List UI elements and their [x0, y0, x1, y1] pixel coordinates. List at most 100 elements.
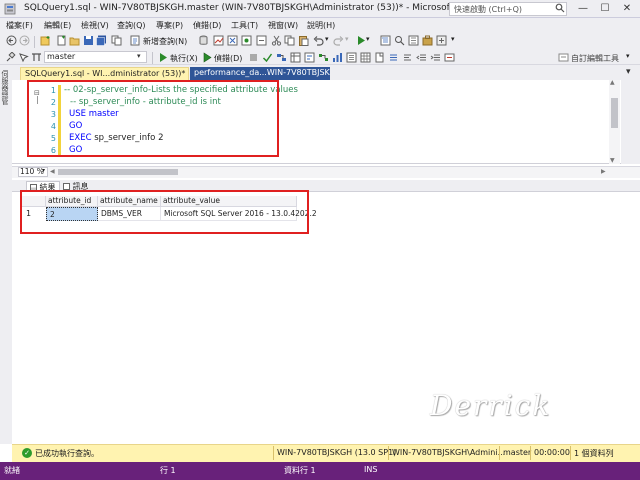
status-login: WIN-7V80TBJSKGH\Admini...: [392, 448, 506, 457]
increase-indent-icon[interactable]: [430, 52, 441, 63]
xmla-query-icon[interactable]: [256, 35, 267, 46]
mdx-query-icon[interactable]: [227, 35, 238, 46]
close-button[interactable]: ✕: [616, 0, 638, 18]
parse-icon[interactable]: [262, 52, 273, 63]
scroll-right-icon[interactable]: ▶: [601, 168, 606, 175]
status-bar: [0, 462, 640, 480]
menu-query[interactable]: 查詢(Q): [117, 20, 146, 31]
ssms-app-icon: [4, 3, 16, 15]
new-project-icon[interactable]: [40, 35, 51, 46]
execute-icon[interactable]: [158, 52, 169, 63]
decrease-indent-icon[interactable]: [416, 52, 427, 63]
quick-launch-input[interactable]: 快速啟動 (Ctrl+Q): [449, 2, 567, 16]
execute-button[interactable]: 執行(X): [170, 53, 198, 64]
connect-icon[interactable]: [5, 52, 16, 63]
success-check-icon: ✓: [22, 448, 32, 458]
search-icon[interactable]: [555, 3, 565, 13]
solution-explorer-icon[interactable]: [380, 35, 391, 46]
cut-icon[interactable]: [271, 35, 282, 46]
editor-scroll-thumb[interactable]: [611, 98, 618, 128]
menu-project[interactable]: 專案(P): [156, 20, 183, 31]
menu-edit[interactable]: 編輯(E): [44, 20, 71, 31]
status-ready: 就緒: [4, 466, 20, 475]
minimize-button[interactable]: —: [572, 0, 594, 18]
redo-icon[interactable]: [333, 35, 344, 46]
paste-icon[interactable]: [298, 35, 309, 46]
toolbar-options-dropdown[interactable]: ▾: [451, 35, 455, 43]
new-file-icon[interactable]: [56, 35, 67, 46]
toolbar-separator: [152, 52, 153, 64]
menu-debug[interactable]: 偵錯(D): [193, 20, 221, 31]
custom-tools-label[interactable]: 自訂編輯工具: [571, 53, 619, 64]
editor-horizontal-scroll-thumb[interactable]: [58, 169, 178, 175]
menu-window[interactable]: 視窗(W): [268, 20, 298, 31]
menu-help[interactable]: 說明(H): [307, 20, 335, 31]
save-icon[interactable]: [83, 35, 94, 46]
messages-icon: [63, 183, 70, 190]
tab-list-dropdown-icon[interactable]: ▾: [626, 67, 631, 77]
comment-out-icon[interactable]: [388, 52, 399, 63]
forward-icon[interactable]: [19, 35, 30, 46]
intellisense-icon[interactable]: [304, 52, 315, 63]
scroll-left-icon[interactable]: ◀: [50, 168, 55, 175]
options-icon[interactable]: [436, 35, 447, 46]
tab-performance-dashboard[interactable]: performance_da...WIN-7V80TBJSKGH: [190, 67, 330, 80]
open-folder-icon[interactable]: [69, 35, 80, 46]
copy-doc-icon[interactable]: [284, 35, 295, 46]
undo-dropdown-arrow[interactable]: ▾: [325, 35, 329, 43]
status-server: WIN-7V80TBJSKGH (13.0 SP1): [277, 448, 397, 457]
scroll-up-icon[interactable]: ▲: [610, 79, 615, 86]
status-elapsed: 00:00:00: [534, 448, 570, 457]
results-to-file-icon[interactable]: [374, 52, 385, 63]
chevron-down-icon[interactable]: ▾: [137, 52, 146, 62]
debug-target-dropdown[interactable]: ▾: [366, 35, 370, 43]
custom-tools-icon[interactable]: [558, 52, 569, 63]
debug-button[interactable]: 偵錯(D): [214, 53, 242, 64]
toolbox-icon[interactable]: [422, 35, 433, 46]
properties-icon[interactable]: [408, 35, 419, 46]
debug-icon[interactable]: [202, 52, 213, 63]
status-insert-mode: INS: [364, 465, 378, 474]
status-separator: [530, 446, 531, 460]
database-select[interactable]: master: [44, 51, 147, 63]
menu-tools[interactable]: 工具(T): [231, 20, 258, 31]
tab-sqlquery1[interactable]: SQLQuery1.sql - WI...dministrator (53))*…: [20, 67, 189, 80]
new-query-icon[interactable]: [130, 35, 141, 46]
client-statistics-icon[interactable]: [332, 52, 343, 63]
save-all-icon[interactable]: [96, 35, 107, 46]
cancel-query-icon[interactable]: [248, 52, 259, 63]
copy-icon[interactable]: [111, 35, 122, 46]
menu-view[interactable]: 檢視(V): [81, 20, 109, 31]
code-highlight-box: [27, 80, 279, 157]
specify-template-values-icon[interactable]: [444, 52, 455, 63]
status-separator: [570, 446, 571, 460]
new-query-button[interactable]: 新增查詢(N): [143, 36, 187, 47]
database-engine-query-icon[interactable]: [198, 35, 209, 46]
redo-dropdown-arrow[interactable]: ▾: [345, 35, 349, 43]
maximize-button[interactable]: ☐: [594, 0, 616, 18]
results-to-text-icon[interactable]: [346, 52, 357, 63]
dmx-query-icon[interactable]: [241, 35, 252, 46]
menu-file[interactable]: 檔案(F): [6, 20, 33, 31]
query-status-message: 已成功執行查詢。: [35, 449, 99, 458]
server-explorer-strip: [0, 65, 12, 444]
uncomment-icon[interactable]: [402, 52, 413, 63]
query-designer-icon[interactable]: [290, 52, 301, 63]
chevron-down-icon[interactable]: ▾: [42, 167, 45, 174]
back-icon[interactable]: [6, 35, 17, 46]
toolbar-overflow-arrow[interactable]: ▾: [626, 52, 630, 60]
find-icon[interactable]: [394, 35, 405, 46]
display-plan-icon[interactable]: [276, 52, 287, 63]
change-connection-icon[interactable]: [18, 52, 29, 63]
results-highlight-box: [20, 190, 309, 234]
status-separator: [273, 446, 274, 460]
scroll-down-icon[interactable]: ▼: [610, 157, 615, 164]
status-database: master: [503, 448, 532, 457]
toolbar-separator: [34, 36, 35, 48]
status-rows: 1 個資料列: [574, 449, 614, 458]
server-explorer-tab[interactable]: 伺服器總管: [1, 70, 10, 105]
undo-icon[interactable]: [313, 35, 324, 46]
analysis-query-icon[interactable]: [213, 35, 224, 46]
results-to-grid-icon[interactable]: [360, 52, 371, 63]
actual-plan-icon[interactable]: [318, 52, 329, 63]
